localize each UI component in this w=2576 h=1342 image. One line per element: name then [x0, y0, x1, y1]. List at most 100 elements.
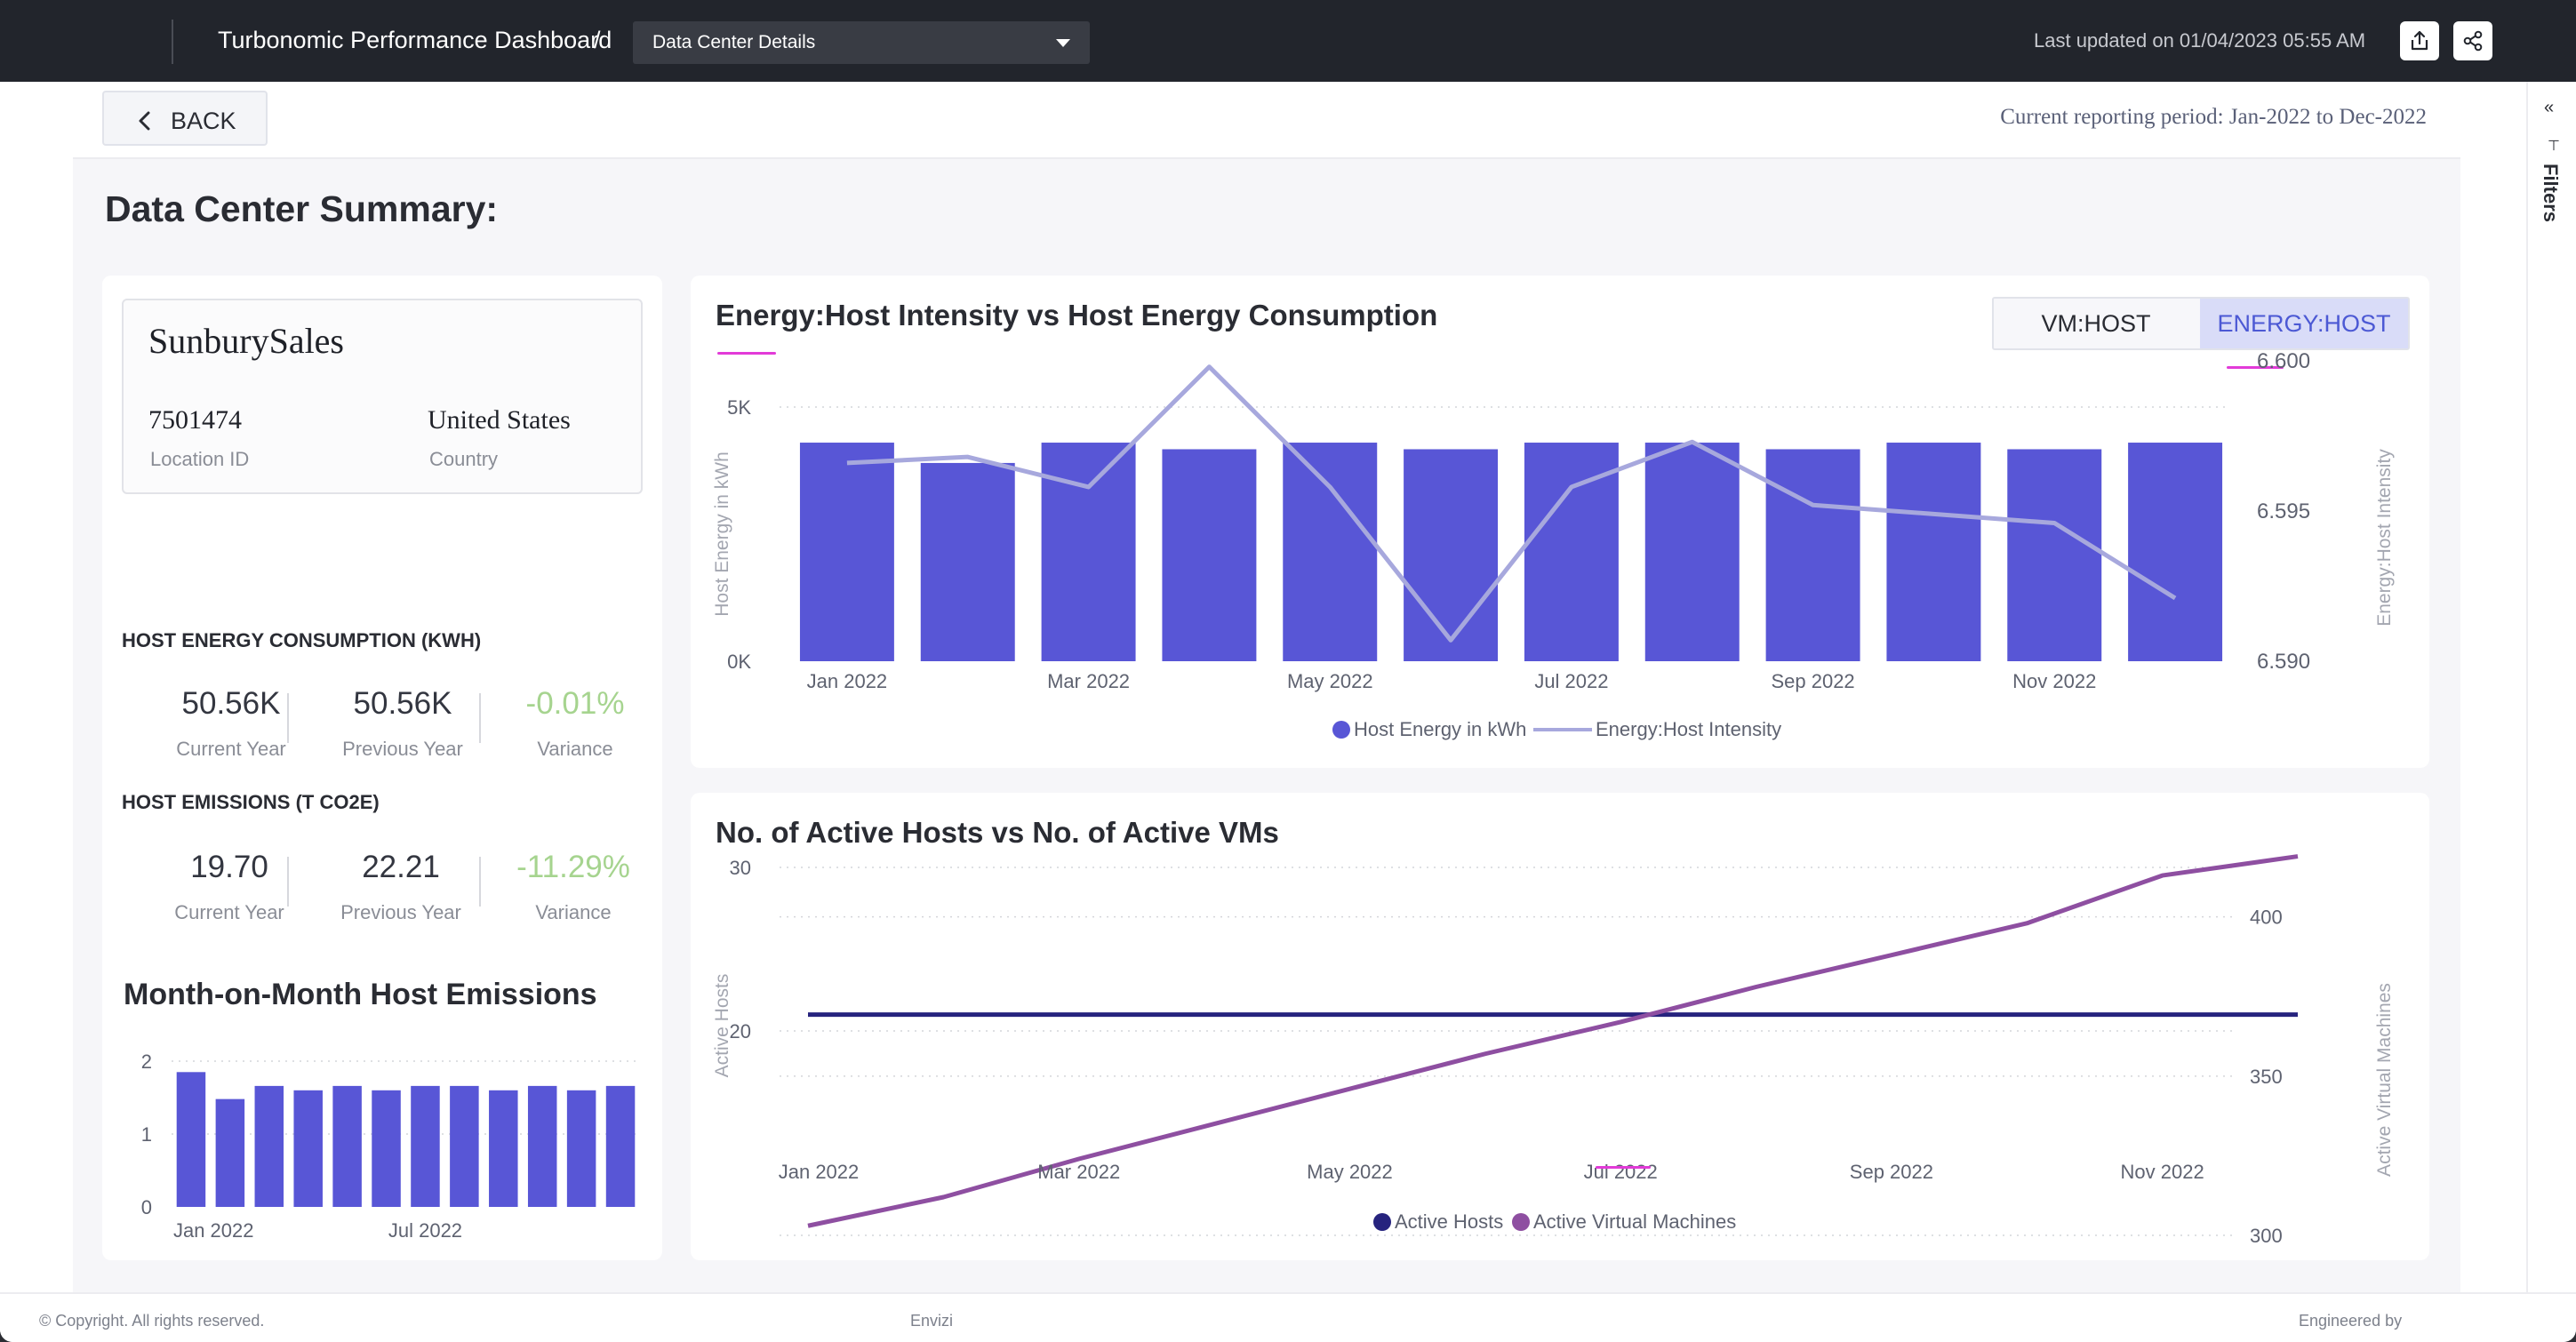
y-right-tick-label: 350: [2250, 1066, 2283, 1088]
legend-label: Active Hosts: [1395, 1210, 1503, 1233]
topbar-divider: [172, 20, 173, 64]
chevron-down-icon: [1056, 39, 1070, 47]
emissions-previous-label: Previous Year: [340, 901, 461, 923]
bar: [1644, 443, 1740, 661]
export-button[interactable]: [2400, 21, 2439, 60]
bar: [527, 1085, 557, 1207]
bar: [1404, 449, 1499, 661]
emissions-kpi-title: HOST EMISSIONS (T CO2E): [122, 791, 380, 813]
energy-variance-value: -0.01%: [525, 686, 625, 721]
y-right-tick-label: 6.600: [2257, 349, 2310, 373]
legend-label: Energy:Host Intensity: [1596, 718, 1781, 740]
y-axis-title: Active Hosts: [712, 974, 732, 1078]
kpi-separator: [479, 857, 481, 907]
energy-variance-label: Variance: [537, 738, 613, 760]
y-tick-label: 5K: [727, 396, 751, 419]
bar: [450, 1085, 479, 1207]
accent-mark: [1596, 1166, 1651, 1169]
y-tick-label: 1: [141, 1123, 152, 1146]
bar: [411, 1085, 440, 1207]
legend-swatch: [1332, 721, 1350, 739]
bar: [2128, 443, 2223, 661]
location-info-box: SunburySales 7501474 Location ID United …: [122, 299, 643, 494]
footer-center: Envizi: [910, 1312, 954, 1330]
x-tick-label: Jul 2022: [1534, 670, 1608, 692]
legend-swatch: [1512, 1213, 1530, 1231]
share-icon: [2463, 30, 2483, 52]
breadcrumb-separator: /: [594, 27, 601, 53]
energy-kpi-title: HOST ENERGY CONSUMPTION (KWH): [122, 629, 482, 651]
bar: [215, 1098, 245, 1207]
energy-current-value: 50.56K: [181, 686, 281, 721]
page-select-value: Data Center Details: [652, 32, 816, 52]
legend-label: Host Energy in kWh: [1354, 718, 1526, 740]
y-tick-label: 0: [141, 1196, 152, 1218]
footer-copyright: © Copyright. All rights reserved.: [39, 1312, 265, 1330]
active-hosts-chart[interactable]: 20 30 300 350 400 Active Hosts Active Virtual …: [691, 793, 2429, 1260]
share-button[interactable]: [2453, 21, 2492, 60]
reporting-period: Current reporting period: Jan-2022 to De…: [2000, 105, 2427, 129]
app-title[interactable]: Turbonomic Performance Dashboard: [218, 27, 612, 54]
bar: [372, 1090, 401, 1207]
bar: [1765, 449, 1860, 661]
kpi-separator: [287, 857, 289, 907]
y-tick-label: 2: [141, 1050, 152, 1073]
page-select-dropdown[interactable]: Data Center Details: [633, 21, 1090, 64]
mom-emissions-title: Month-on-Month Host Emissions: [124, 978, 597, 1011]
country-value: United States: [428, 405, 571, 435]
y-tick-label: 0K: [727, 651, 751, 673]
report-canvas: BACK Current reporting period: Jan-2022 …: [0, 82, 2576, 1342]
x-tick-label: Nov 2022: [2012, 670, 2096, 692]
double-chevron-left-icon[interactable]: «: [2544, 98, 2554, 118]
y-right-tick-label: 400: [2250, 907, 2283, 929]
bar: [254, 1085, 284, 1207]
location-summary-card: SunburySales 7501474 Location ID United …: [102, 276, 662, 1260]
emissions-variance-value: -11.29%: [516, 850, 630, 884]
bar: [1283, 443, 1378, 661]
mom-emissions-chart[interactable]: 0 1 2 Jan 2022 Jul 2022: [102, 1022, 662, 1253]
location-name: SunburySales: [148, 321, 344, 361]
page-title: Data Center Summary:: [105, 188, 499, 229]
kpi-separator: [479, 693, 481, 743]
y-tick-label: 30: [730, 857, 751, 879]
y-right-tick-label: 6.590: [2257, 650, 2310, 674]
bar: [1886, 443, 1981, 661]
export-icon: [2411, 30, 2428, 51]
energy-current-label: Current Year: [176, 738, 286, 760]
bar: [176, 1072, 206, 1207]
bar: [293, 1090, 323, 1207]
filters-pane[interactable]: « ⊤ Filters: [2526, 82, 2576, 1294]
x-tick-label: May 2022: [1307, 1161, 1393, 1183]
bar: [2007, 449, 2102, 661]
y-tick-label: 20: [730, 1020, 751, 1042]
x-tick-label: Mar 2022: [1047, 670, 1130, 692]
filter-icon: ⊤: [2548, 139, 2560, 154]
energy-previous-label: Previous Year: [342, 738, 463, 760]
bar: [605, 1085, 636, 1207]
x-tick-label: Sep 2022: [1771, 670, 1854, 692]
filters-label[interactable]: Filters: [2539, 164, 2562, 222]
x-tick-label: Jul 2022: [1584, 1161, 1658, 1183]
location-id-value: 7501474: [148, 405, 242, 435]
energy-intensity-card: Energy:Host Intensity vs Host Energy Con…: [691, 276, 2429, 768]
active-hosts-card: No. of Active Hosts vs No. of Active VMs…: [691, 793, 2429, 1260]
energy-intensity-chart[interactable]: 0K5K6.5906.5956.600Host Energy in kWh Ene…: [691, 276, 2429, 768]
x-tick-label: Sep 2022: [1850, 1161, 1933, 1183]
footer-engineered-by: Engineered by: [2299, 1312, 2403, 1330]
footer: © Copyright. All rights reserved. Envizi…: [0, 1292, 2576, 1342]
bar: [566, 1090, 596, 1207]
back-button[interactable]: BACK: [102, 91, 268, 146]
bar: [1041, 443, 1136, 661]
top-bar: Turbonomic Performance Dashboard / Data …: [0, 0, 2576, 82]
x-tick-label: Mar 2022: [1037, 1161, 1120, 1183]
bar: [799, 443, 894, 661]
bar: [1162, 449, 1257, 661]
subheader-divider: [73, 157, 2460, 159]
bar: [332, 1085, 362, 1207]
chevron-left-icon: [139, 111, 150, 131]
y-axis-title: Host Energy in kWh: [712, 451, 732, 617]
kpi-separator: [287, 693, 289, 743]
vms-line: [807, 854, 2299, 1228]
x-tick-label: May 2022: [1287, 670, 1373, 692]
energy-previous-value: 50.56K: [353, 686, 452, 721]
